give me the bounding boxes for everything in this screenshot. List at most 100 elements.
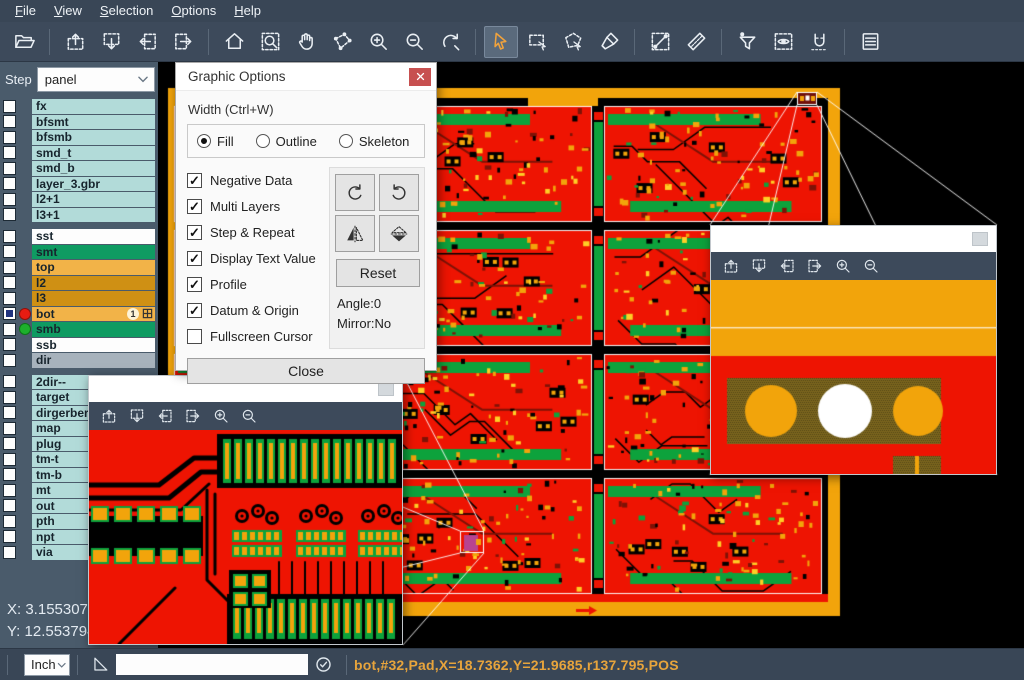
checkbox-step-repeat[interactable]: ✓Step & Repeat bbox=[187, 219, 327, 245]
filter-tool-button[interactable] bbox=[730, 26, 764, 58]
nudge-left-button[interactable] bbox=[773, 254, 801, 278]
checkbox-fullscreen-cursor[interactable]: Fullscreen Cursor bbox=[187, 323, 327, 349]
layer-checkbox-tm-t[interactable] bbox=[3, 453, 16, 466]
menu-view[interactable]: View bbox=[45, 0, 91, 22]
layer-name-fx[interactable]: fx bbox=[32, 99, 155, 114]
zoom-out-button[interactable] bbox=[235, 404, 263, 428]
layer-checkbox-map[interactable] bbox=[3, 422, 16, 435]
zoom-previous-tool-button[interactable] bbox=[433, 26, 467, 58]
pan-hand-tool-button[interactable] bbox=[289, 26, 323, 58]
close-button[interactable]: Close bbox=[187, 358, 425, 384]
polygon-select-tool-button[interactable] bbox=[556, 26, 590, 58]
checkbox-datum-origin[interactable]: ✓Datum & Origin bbox=[187, 297, 327, 323]
layer-checkbox-dir[interactable] bbox=[3, 354, 16, 367]
open-folder-tool-button[interactable] bbox=[7, 26, 41, 58]
layer-checkbox-bot[interactable] bbox=[3, 307, 16, 320]
layer-name-bfsmb[interactable]: bfsmb bbox=[32, 130, 155, 145]
menu-options[interactable]: Options bbox=[162, 0, 225, 22]
zoom-window-tool-button[interactable] bbox=[253, 26, 287, 58]
apply-circle-icon[interactable] bbox=[314, 655, 333, 674]
checkbox-profile[interactable]: ✓Profile bbox=[187, 271, 327, 297]
reset-button[interactable]: Reset bbox=[336, 259, 420, 287]
layer-name-dir[interactable]: dir bbox=[32, 353, 155, 368]
layer-checkbox-via[interactable] bbox=[3, 546, 16, 559]
dialog-close-button[interactable] bbox=[409, 68, 431, 86]
layer-checkbox-l2+1[interactable] bbox=[3, 193, 16, 206]
menu-help[interactable]: Help bbox=[225, 0, 270, 22]
menu-file[interactable]: File bbox=[6, 0, 45, 22]
rotate-ccw-button[interactable] bbox=[379, 174, 419, 211]
snap-magnet-tool-button[interactable] bbox=[802, 26, 836, 58]
layer-checkbox-l2[interactable] bbox=[3, 276, 16, 289]
layer-checkbox-layer_3.gbr[interactable] bbox=[3, 177, 16, 190]
layer-checkbox-smt[interactable] bbox=[3, 245, 16, 258]
nudge-left-tool-button[interactable] bbox=[130, 26, 164, 58]
checkbox-display-text-value[interactable]: ✓Display Text Value bbox=[187, 245, 327, 271]
layer-name-bot[interactable]: bot1 bbox=[32, 307, 155, 322]
layer-checkbox-dirgerber[interactable] bbox=[3, 406, 16, 419]
nudge-right-tool-button[interactable] bbox=[166, 26, 200, 58]
mirror-h-button[interactable] bbox=[335, 215, 375, 252]
nudge-up-button[interactable] bbox=[717, 254, 745, 278]
nudge-down-tool-button[interactable] bbox=[94, 26, 128, 58]
nudge-right-button[interactable] bbox=[179, 404, 207, 428]
layer-name-layer_3.gbr[interactable]: layer_3.gbr bbox=[32, 177, 155, 192]
layer-checkbox-sst[interactable] bbox=[3, 230, 16, 243]
zoom-in-button[interactable] bbox=[207, 404, 235, 428]
layer-name-smb[interactable]: smb bbox=[32, 322, 155, 337]
checkbox-negative-data[interactable]: ✓Negative Data bbox=[187, 167, 327, 193]
eye-preview-tool-button[interactable] bbox=[766, 26, 800, 58]
layer-checkbox-l3[interactable] bbox=[3, 292, 16, 305]
layer-checkbox-smd_b[interactable] bbox=[3, 162, 16, 175]
nudge-left-button[interactable] bbox=[151, 404, 179, 428]
zoom-in-tool-button[interactable] bbox=[361, 26, 395, 58]
layer-checkbox-plug[interactable] bbox=[3, 437, 16, 450]
zoom-in-button[interactable] bbox=[829, 254, 857, 278]
unit-selector[interactable]: Inch bbox=[24, 654, 70, 676]
layer-name-smt[interactable]: smt bbox=[32, 245, 155, 260]
radio-outline[interactable]: Outline bbox=[256, 134, 317, 149]
corner-angle-icon[interactable] bbox=[91, 655, 110, 674]
layer-checkbox-fx[interactable] bbox=[3, 100, 16, 113]
layer-name-l2[interactable]: l2 bbox=[32, 276, 155, 291]
ruler-tool-button[interactable] bbox=[679, 26, 713, 58]
layer-name-ssb[interactable]: ssb bbox=[32, 338, 155, 353]
measure-line-tool-button[interactable] bbox=[643, 26, 677, 58]
layer-checkbox-target[interactable] bbox=[3, 391, 16, 404]
layer-checkbox-out[interactable] bbox=[3, 499, 16, 512]
layer-name-sst[interactable]: sst bbox=[32, 229, 155, 244]
layer-checkbox-tm-b[interactable] bbox=[3, 468, 16, 481]
nudge-down-button[interactable] bbox=[123, 404, 151, 428]
home-tool-button[interactable] bbox=[217, 26, 251, 58]
zoom-out-button[interactable] bbox=[857, 254, 885, 278]
layer-checkbox-smb[interactable] bbox=[3, 323, 16, 336]
radio-skeleton[interactable]: Skeleton bbox=[339, 134, 410, 149]
window-button[interactable] bbox=[972, 232, 988, 246]
layer-checkbox-bfsmt[interactable] bbox=[3, 115, 16, 128]
layer-checkbox-2dir--[interactable] bbox=[3, 375, 16, 388]
layer-checkbox-smd_t[interactable] bbox=[3, 146, 16, 159]
zoom-out-tool-button[interactable] bbox=[397, 26, 431, 58]
layer-checkbox-mt[interactable] bbox=[3, 484, 16, 497]
mirror-v-button[interactable] bbox=[379, 215, 419, 252]
layer-checkbox-l3+1[interactable] bbox=[3, 208, 16, 221]
nudge-up-tool-button[interactable] bbox=[58, 26, 92, 58]
magnified-pcb-view[interactable] bbox=[711, 280, 996, 474]
command-input[interactable] bbox=[116, 654, 308, 675]
layer-name-l3+1[interactable]: l3+1 bbox=[32, 208, 155, 223]
clean-brush-tool-button[interactable] bbox=[592, 26, 626, 58]
nudge-right-button[interactable] bbox=[801, 254, 829, 278]
layer-name-l2+1[interactable]: l2+1 bbox=[32, 192, 155, 207]
step-selector[interactable]: panel bbox=[37, 67, 155, 92]
layer-name-smd_t[interactable]: smd_t bbox=[32, 146, 155, 161]
select-arrow-tool-button[interactable] bbox=[484, 26, 518, 58]
zoom-polygon-tool-button[interactable] bbox=[325, 26, 359, 58]
layer-checkbox-pth[interactable] bbox=[3, 515, 16, 528]
layer-checkbox-bfsmb[interactable] bbox=[3, 131, 16, 144]
checkbox-multi-layers[interactable]: ✓Multi Layers bbox=[187, 193, 327, 219]
nudge-up-button[interactable] bbox=[95, 404, 123, 428]
nudge-down-button[interactable] bbox=[745, 254, 773, 278]
layer-checkbox-ssb[interactable] bbox=[3, 338, 16, 351]
dialog-titlebar[interactable]: Graphic Options bbox=[176, 63, 436, 91]
layer-name-smd_b[interactable]: smd_b bbox=[32, 161, 155, 176]
